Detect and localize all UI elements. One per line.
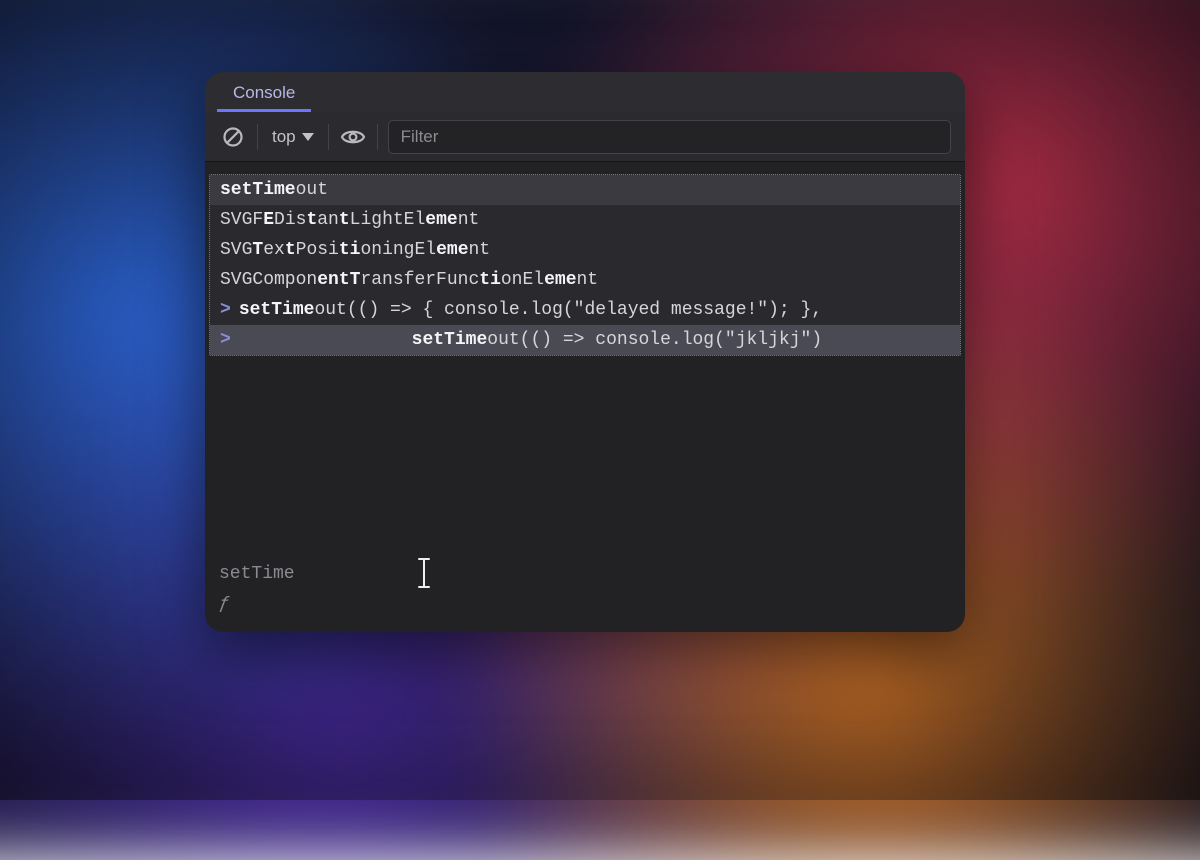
eye-icon <box>340 126 366 148</box>
autocomplete-item[interactable]: SVGTextPositioningElement <box>210 235 960 265</box>
devtools-panel: Console top setTimeout <box>205 72 965 632</box>
toolbar-separator <box>257 124 258 150</box>
console-input-typed[interactable]: setTime <box>219 560 295 588</box>
console-body[interactable]: setTimeout SVGFEDistantLightElement SVGT… <box>205 162 965 632</box>
tab-console[interactable]: Console <box>217 75 311 112</box>
autocomplete-popup: setTimeout SVGFEDistantLightElement SVGT… <box>209 174 961 356</box>
chevron-right-icon: > <box>220 330 231 350</box>
tab-bar: Console <box>205 72 965 112</box>
context-label: top <box>272 127 296 147</box>
console-toolbar: top <box>205 112 965 162</box>
autocomplete-item[interactable]: SVGComponentTransferFunctionElement <box>210 265 960 295</box>
text-cursor-icon <box>418 558 430 588</box>
live-expression-button[interactable] <box>339 123 367 151</box>
toolbar-separator <box>377 124 378 150</box>
clear-icon <box>222 126 244 148</box>
eager-eval-result: ƒ <box>219 590 230 618</box>
filter-input[interactable] <box>388 120 951 154</box>
history-suggestion[interactable]: > setTimeout(() => console.log("jkljkj") <box>210 325 960 355</box>
chevron-right-icon: > <box>220 300 231 320</box>
execution-context-selector[interactable]: top <box>268 127 318 147</box>
autocomplete-item[interactable]: setTimeout <box>210 175 960 205</box>
clear-console-button[interactable] <box>219 123 247 151</box>
history-suggestion[interactable]: >setTimeout(() => { console.log("delayed… <box>210 295 960 325</box>
toolbar-separator <box>328 124 329 150</box>
chevron-down-icon <box>302 133 314 141</box>
autocomplete-item[interactable]: SVGFEDistantLightElement <box>210 205 960 235</box>
